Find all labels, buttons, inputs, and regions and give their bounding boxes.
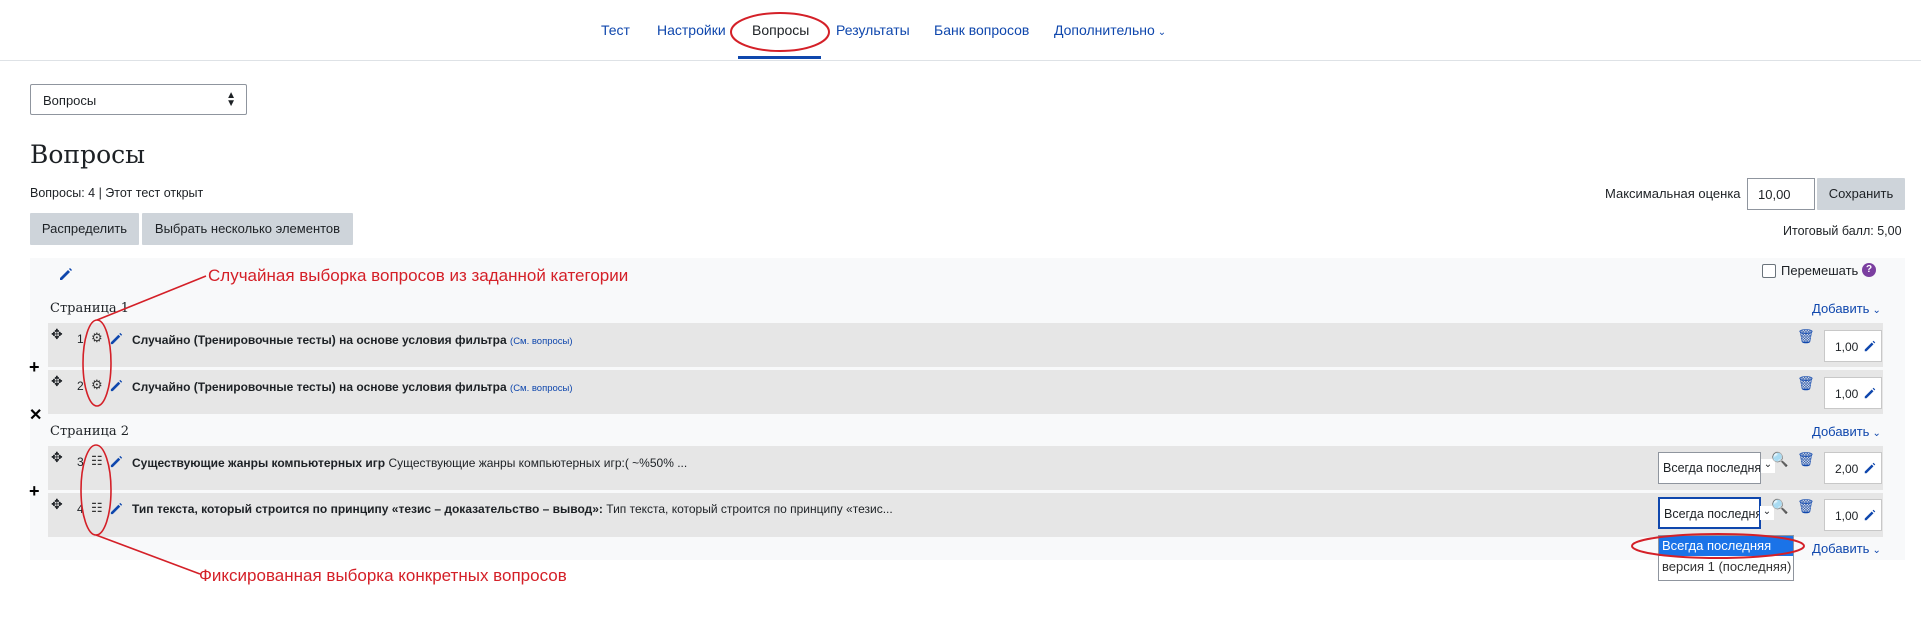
delete-trash-icon[interactable]: 🗑	[1797, 375, 1815, 392]
random-question-icon: ⚙	[91, 330, 103, 345]
chevron-down-icon: ⌄	[1157, 27, 1167, 38]
total-marks: Итоговый балл: 5,00	[1783, 224, 1902, 238]
page-1-label: Страница 1	[50, 301, 130, 316]
version-select-value: Всегда последняя	[1664, 507, 1761, 521]
version-option[interactable]: версия 1 (последняя)	[1659, 556, 1793, 576]
add-label: Добавить	[1812, 541, 1870, 556]
annotation-fixed-selection: Фиксированная выборка конкретных вопросо…	[199, 566, 567, 585]
question-number: 3	[77, 455, 84, 469]
delete-trash-icon[interactable]: 🗑	[1797, 328, 1815, 345]
tab-question-bank[interactable]: Банк вопросов	[934, 22, 1029, 38]
edit-pencil-icon[interactable]	[109, 454, 124, 469]
tab-settings[interactable]: Настройки	[657, 22, 726, 38]
help-icon[interactable]: ?	[1862, 263, 1876, 277]
mark-value: 1,00	[1835, 387, 1859, 401]
tab-more[interactable]: Дополнительно ⌄	[1054, 22, 1166, 38]
list-icon: ☷	[91, 500, 103, 515]
random-question-icon: ⚙	[91, 377, 103, 392]
add-menu-page-2[interactable]: Добавить ⌄	[1812, 424, 1881, 439]
question-preview: Тип текста, который строится по принципу…	[606, 502, 893, 516]
add-label: Добавить	[1812, 424, 1870, 439]
chevron-down-icon: ⌄	[1872, 428, 1881, 439]
version-select-open[interactable]: Всегда последняя	[1658, 497, 1761, 529]
annotation-random-selection: Случайная выборка вопросов из заданной к…	[208, 266, 629, 285]
version-dropdown-list: Всегда последняя версия 1 (последняя)	[1658, 535, 1794, 581]
move-icon[interactable]: ✥	[51, 326, 63, 343]
page-title: Вопросы	[30, 140, 146, 169]
edit-pencil-icon[interactable]	[109, 378, 124, 393]
edit-pencil-icon[interactable]	[109, 331, 124, 346]
max-grade-label: Максимальная оценка	[1605, 186, 1741, 201]
question-number: 2	[77, 379, 84, 393]
page-select-value: Вопросы	[43, 93, 97, 108]
mark-value: 1,00	[1835, 509, 1859, 523]
version-select[interactable]: Всегда последняя	[1658, 452, 1761, 484]
list-icon: ☷	[91, 453, 103, 468]
version-select-value: Всегда последняя	[1663, 461, 1761, 475]
edit-pencil-icon[interactable]	[109, 501, 124, 516]
see-questions-link[interactable]: (См. вопросы)	[510, 336, 573, 347]
move-icon[interactable]: ✥	[51, 373, 63, 390]
tab-more-label: Дополнительно	[1054, 22, 1155, 38]
delete-trash-icon[interactable]: 🗑	[1797, 451, 1815, 468]
edit-section-pencil-icon[interactable]	[58, 266, 74, 282]
remove-page-break-icon[interactable]: ✕	[29, 405, 42, 425]
add-menu-bottom[interactable]: Добавить ⌄	[1812, 541, 1881, 556]
add-page-break-icon[interactable]: +	[29, 481, 40, 502]
save-button[interactable]: Сохранить	[1817, 178, 1905, 210]
highlight-ellipse-tab	[730, 12, 830, 52]
shuffle-checkbox[interactable]	[1762, 264, 1776, 278]
question-number: 1	[77, 332, 84, 346]
question-text: Тип текста, который строится по принципу…	[132, 502, 893, 516]
move-icon[interactable]: ✥	[51, 449, 63, 466]
max-grade-input[interactable]: 10,00	[1747, 178, 1815, 210]
tab-results[interactable]: Результаты	[836, 22, 910, 38]
version-option-selected[interactable]: Всегда последняя	[1659, 536, 1793, 556]
mark-value: 1,00	[1835, 340, 1859, 354]
page-2-label: Страница 2	[50, 424, 130, 439]
move-icon[interactable]: ✥	[51, 496, 63, 513]
add-page-break-icon[interactable]: +	[29, 357, 40, 378]
preview-magnifier-icon[interactable]: 🔍	[1771, 498, 1788, 515]
add-menu-page-1[interactable]: Добавить ⌄	[1812, 301, 1881, 316]
add-label: Добавить	[1812, 301, 1870, 316]
edit-mark-pencil-icon[interactable]	[1863, 461, 1877, 475]
edit-mark-pencil-icon[interactable]	[1863, 508, 1877, 522]
delete-trash-icon[interactable]: 🗑	[1797, 498, 1815, 515]
preview-magnifier-icon[interactable]: 🔍	[1771, 451, 1788, 468]
question-title: Тип текста, который строится по принципу…	[132, 502, 603, 516]
tab-quiz[interactable]: Тест	[601, 22, 630, 38]
updown-arrows-icon: ▲ ▼	[226, 90, 236, 109]
question-text: Случайно (Тренировочные тесты) на основе…	[132, 380, 573, 394]
question-text: Случайно (Тренировочные тесты) на основе…	[132, 333, 573, 347]
chevron-down-icon: ⌄	[1872, 545, 1881, 556]
select-multiple-button[interactable]: Выбрать несколько элементов	[142, 213, 353, 245]
page-select[interactable]: Вопросы ▲ ▼	[30, 84, 247, 115]
repaginate-button[interactable]: Распределить	[30, 213, 139, 245]
mark-value: 2,00	[1835, 462, 1859, 476]
active-tab-indicator	[738, 56, 821, 59]
see-questions-link[interactable]: (См. вопросы)	[510, 383, 573, 394]
question-title: Случайно (Тренировочные тесты) на основе…	[132, 333, 507, 347]
quiz-status-info: Вопросы: 4 | Этот тест открыт	[30, 186, 204, 200]
question-text: Существующие жанры компьютерных игр Суще…	[132, 456, 687, 470]
edit-mark-pencil-icon[interactable]	[1863, 339, 1877, 353]
chevron-down-icon: ⌄	[1872, 305, 1881, 316]
question-number: 4	[77, 502, 84, 516]
question-preview: Существующие жанры компьютерных игр:( ~%…	[388, 456, 688, 470]
question-title: Случайно (Тренировочные тесты) на основе…	[132, 380, 507, 394]
question-title: Существующие жанры компьютерных игр	[132, 456, 386, 470]
edit-mark-pencil-icon[interactable]	[1863, 386, 1877, 400]
shuffle-label: Перемешать	[1781, 263, 1859, 278]
